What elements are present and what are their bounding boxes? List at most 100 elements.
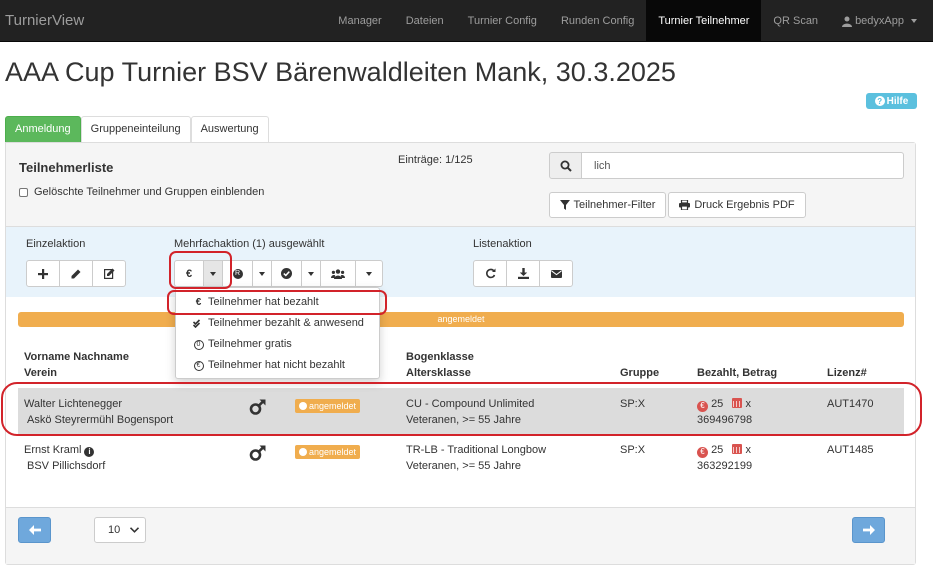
status-bar-registered: angemeldet: [18, 312, 904, 327]
check-circle-icon: [281, 268, 292, 279]
payment-amount: € 25 x: [697, 396, 751, 412]
participant-name-cell: Ernst Kraml i: [24, 442, 95, 458]
add-participant-button[interactable]: [26, 260, 60, 287]
participant-club: BSV Pillichsdorf: [27, 460, 106, 472]
panel-footer: 10: [6, 507, 915, 564]
info-icon[interactable]: i: [84, 447, 95, 457]
calendar-icon: [732, 398, 743, 408]
action-area: Einzelaktion Mehrfachaktion (1) ausgewäh…: [6, 227, 915, 297]
multi-action-group: € R: [174, 260, 383, 287]
zero-circle-icon: 0: [193, 339, 204, 350]
help-button[interactable]: ? Hilfe: [866, 93, 917, 109]
download-icon: [517, 268, 529, 279]
age-class: Veteranen, >= 55 Jahre: [406, 414, 521, 426]
list-action-group: [473, 260, 573, 287]
license-number: AUT1470: [827, 398, 874, 410]
male-icon: [249, 399, 267, 420]
participants-panel: Teilnehmerliste Gelöschte Teilnehmer und…: [5, 142, 916, 565]
filter-icon: [559, 200, 570, 210]
group-value: SP:X: [620, 444, 646, 456]
top-navbar: TurnierView Manager Dateien Turnier Conf…: [0, 0, 933, 42]
tab-anmeldung[interactable]: Anmeldung: [5, 116, 81, 143]
page-title: AAA Cup Turnier BSV Bärenwaldleiten Mank…: [5, 57, 676, 87]
menu-item-not-paid[interactable]: € Teilnehmer hat nicht bezahlt: [176, 355, 379, 376]
chevron-down-icon: [366, 271, 372, 276]
previous-page-button[interactable]: [18, 517, 51, 543]
euro-circle-icon: €: [697, 446, 708, 458]
header-club: Verein: [24, 367, 58, 379]
table-row[interactable]: Ernst Kraml i BSV Pillichsdorf angemeldet…: [18, 434, 904, 480]
list-action-label: Listenaktion: [473, 238, 532, 250]
envelope-icon: [550, 269, 562, 278]
payment-number: 369496798: [697, 414, 753, 426]
chevron-down-icon: [210, 271, 216, 276]
page-size-select[interactable]: 10: [94, 517, 146, 543]
paid-dropdown-toggle[interactable]: [203, 260, 223, 287]
bow-class: TR-LB - Traditional Longbow: [406, 444, 547, 456]
refresh-list-button[interactable]: [473, 260, 507, 287]
menu-item-free[interactable]: 0 Teilnehmer gratis: [176, 334, 379, 355]
header-name: Vorname Nachname: [24, 351, 129, 363]
nav-item-dateien[interactable]: Dateien: [394, 0, 456, 42]
email-list-button[interactable]: [539, 260, 573, 287]
multi-action-label: Mehrfachaktion (1) ausgewählt: [174, 238, 325, 250]
registered-action-button[interactable]: R: [222, 260, 253, 287]
payment-amount: € 25 x: [697, 442, 751, 458]
nav-item-turnier-config[interactable]: Turnier Config: [456, 0, 549, 42]
single-action-group: [26, 260, 126, 287]
nav-item-manager[interactable]: Manager: [326, 0, 393, 42]
edit-participant-button[interactable]: [59, 260, 93, 287]
check-dropdown-toggle[interactable]: [301, 260, 321, 287]
edit-details-button[interactable]: [92, 260, 126, 287]
chevron-down-icon: [259, 271, 265, 276]
license-number: AUT1485: [827, 444, 874, 456]
search-input[interactable]: [582, 152, 904, 179]
registered-dropdown-toggle[interactable]: [252, 260, 272, 287]
check-action-button[interactable]: [271, 260, 302, 287]
status-badge: angemeldet: [295, 445, 361, 459]
nav-item-turnier-teilnehmer[interactable]: Turnier Teilnehmer: [646, 0, 762, 42]
group-dropdown-toggle[interactable]: [355, 260, 383, 287]
print-result-pdf-button[interactable]: Druck Ergebnis PDF: [668, 192, 806, 218]
menu-item-paid[interactable]: € Teilnehmer hat bezahlt: [176, 292, 379, 313]
nav-item-qr-scan[interactable]: QR Scan: [761, 0, 830, 42]
show-deleted-option[interactable]: Gelöschte Teilnehmer und Gruppen einblen…: [19, 186, 264, 198]
euro-circle-icon: €: [193, 360, 204, 371]
download-list-button[interactable]: [506, 260, 540, 287]
age-class: Veteranen, >= 55 Jahre: [406, 460, 521, 472]
arrow-right-icon: [862, 525, 875, 535]
participant-filter-button[interactable]: Teilnehmer-Filter: [549, 192, 666, 218]
clock-icon: [299, 402, 307, 410]
header-bow-class: Bogenklasse: [406, 351, 474, 363]
group-action-button[interactable]: [320, 260, 356, 287]
question-icon: ?: [874, 96, 885, 106]
tab-gruppeneinteilung[interactable]: Gruppeneinteilung: [80, 116, 191, 143]
tab-auswertung[interactable]: Auswertung: [190, 116, 269, 143]
registered-icon: R: [232, 268, 243, 279]
user-menu[interactable]: bedyxApp: [830, 0, 933, 42]
header-age-class: Altersklasse: [406, 367, 471, 379]
nav-menu: Manager Dateien Turnier Config Runden Co…: [326, 0, 933, 42]
user-name: bedyxApp: [855, 15, 904, 27]
mark-paid-button[interactable]: €: [174, 260, 204, 287]
bow-class: CU - Compound Unlimited: [406, 398, 535, 410]
edit-icon: [103, 268, 114, 279]
panel-title: Teilnehmerliste: [19, 160, 114, 175]
status-badge: angemeldet: [295, 399, 361, 413]
payment-number: 363292199: [697, 460, 753, 472]
menu-item-paid-present[interactable]: Teilnehmer bezahlt & anwesend: [176, 313, 379, 334]
participant-club: Askö Steyrermühl Bogensport: [27, 414, 174, 426]
clock-icon: [299, 448, 307, 456]
nav-item-runden-config[interactable]: Runden Config: [549, 0, 646, 42]
header-license: Lizenz#: [827, 367, 867, 379]
euro-circle-icon: €: [697, 400, 708, 412]
calendar-icon: [732, 444, 743, 454]
search-icon: [549, 152, 582, 179]
entries-count: Einträge: 1/125: [398, 154, 473, 166]
brand[interactable]: TurnierView: [5, 0, 84, 42]
printer-icon: [679, 200, 691, 210]
show-deleted-checkbox[interactable]: [19, 187, 28, 197]
next-page-button[interactable]: [852, 517, 885, 543]
table-row[interactable]: Walter Lichtenegger Askö Steyrermühl Bog…: [18, 388, 904, 434]
show-deleted-label: Gelöschte Teilnehmer und Gruppen einblen…: [34, 186, 265, 198]
